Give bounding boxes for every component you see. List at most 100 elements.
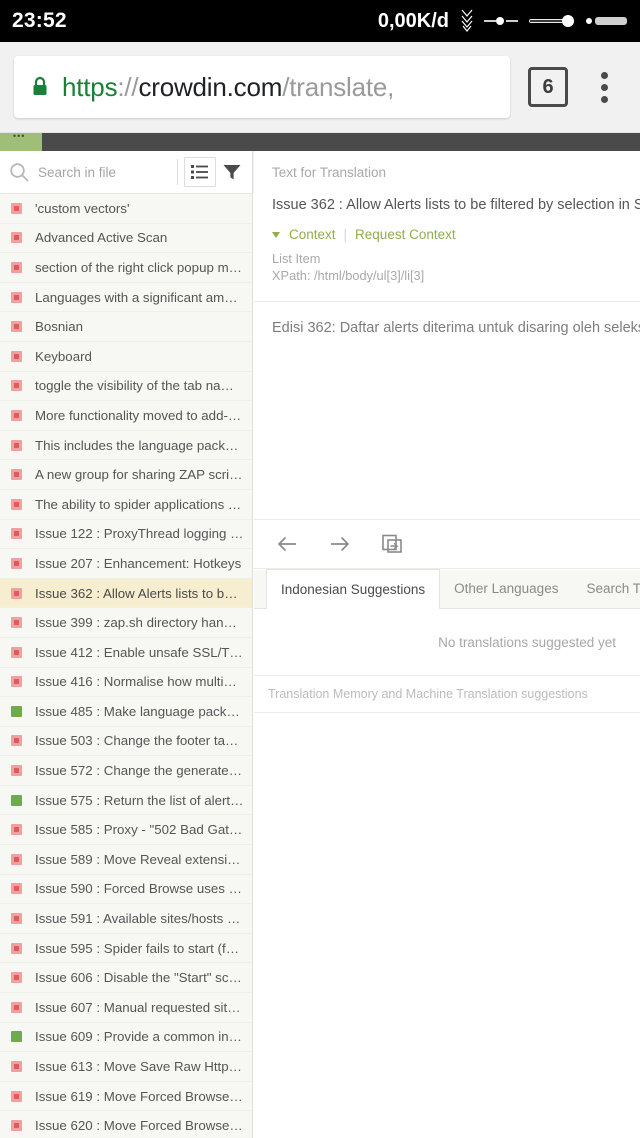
list-item-label: Issue 590 : Forced Browse uses wrong s..… (35, 881, 252, 897)
list-item[interactable]: Issue 613 : Move Save Raw HttpMessag... (0, 1052, 252, 1082)
tab-counter-button[interactable]: 6 (528, 67, 568, 107)
status-untranslated-icon (11, 735, 22, 747)
search-input[interactable] (30, 164, 171, 180)
status-translated-icon (11, 794, 22, 806)
filter-icon[interactable] (216, 157, 248, 187)
list-item[interactable]: 'custom vectors' (0, 194, 252, 224)
status-untranslated-icon (11, 380, 22, 392)
string-list[interactable]: 'custom vectors' Advanced Active Scan sect… (0, 194, 252, 1138)
request-context-link[interactable]: Request Context (355, 227, 456, 242)
list-item[interactable]: Issue 585 : Proxy - "502 Bad Gateway" e.… (0, 815, 252, 846)
context-xpath: XPath: /html/body/ul[3]/li[3] (272, 267, 425, 283)
list-item[interactable]: Issue 572 : Change the generate_root_c..… (0, 756, 252, 786)
arrow-left-icon[interactable] (274, 530, 302, 558)
list-item[interactable]: Issue 591 : Available sites/hosts (in th… (0, 904, 252, 934)
list-item-label: Keyboard (35, 348, 92, 364)
translation-editor-panel: Text for Translation Issue 362 : Allow A… (254, 151, 640, 1138)
suggestion-tabs[interactable]: Indonesian Suggestions Other Languages Sea… (254, 569, 640, 609)
list-item[interactable]: Issue 412 : Enable unsafe SSL/TLS rene..… (0, 638, 252, 668)
tab-indonesian-suggestions[interactable]: Indonesian Suggestions (266, 569, 441, 609)
context-row: Context | Request Context (254, 227, 640, 242)
url-scheme: https (62, 71, 118, 102)
arrow-right-icon[interactable] (326, 530, 354, 558)
status-untranslated-icon (11, 1120, 22, 1132)
list-item-label: Issue 606 : Disable the "Start" scan but… (35, 970, 252, 986)
status-untranslated-icon (11, 528, 22, 540)
lock-icon (30, 75, 50, 99)
list-item[interactable]: Issue 609 : Provide a common interface..… (0, 1023, 252, 1053)
translation-input[interactable]: Edisi 362: Daftar alerts diterima untuk … (254, 302, 640, 336)
url-text: https://crowdin.com/translate, (62, 72, 394, 103)
list-item[interactable]: Keyboard (0, 342, 252, 372)
list-item[interactable]: More functionality moved to add-ons (0, 401, 252, 431)
list-item-label: Advanced Active Scan (35, 230, 168, 246)
context-type: List Item (272, 251, 321, 266)
list-item[interactable]: Issue 416 : Normalise how multiple rela.… (0, 668, 252, 698)
list-item[interactable]: toggle the visibility of the tab names (0, 372, 252, 402)
list-item[interactable]: Issue 503 : Change the footer tabs to di… (0, 727, 252, 757)
list-item[interactable]: Issue 207 : Enhancement: Hotkeys (0, 549, 252, 579)
crowdin-translate-page: ••• Search in file 'custom vectors' Adva… (0, 133, 640, 1138)
list-item[interactable]: The ability to spider applications based… (0, 490, 252, 520)
status-untranslated-icon (11, 232, 22, 244)
editor-nav-row (254, 519, 640, 569)
status-untranslated-icon (11, 913, 22, 925)
list-item[interactable]: Languages with a significant amount of..… (0, 283, 252, 313)
list-item[interactable]: A new group for sharing ZAP scripts (<0.… (0, 460, 252, 490)
status-clock: 23:52 (12, 9, 67, 32)
list-item-label: Issue 607 : Manual requested sites sho..… (35, 999, 252, 1015)
list-item[interactable]: Issue 362 : Allow Alerts lists to be fil… (0, 578, 252, 609)
editor-header-label: Text for Translation (254, 151, 640, 193)
list-item-label: Issue 399 : zap.sh directory handling (35, 615, 252, 631)
url-bar[interactable]: https://crowdin.com/translate, (14, 56, 510, 118)
list-item-label: More functionality moved to add-ons (35, 407, 250, 423)
list-item-label: Issue 485 : Make language packs into a..… (35, 703, 252, 719)
status-untranslated-icon (11, 646, 22, 658)
status-untranslated-icon (11, 853, 22, 865)
status-icon-group (459, 8, 628, 34)
list-item-label: Issue 609 : Provide a common interface..… (35, 1029, 252, 1045)
signal-icon (529, 9, 577, 33)
list-item[interactable]: Issue 595 : Spider fails to start (foote… (0, 934, 252, 964)
list-item[interactable]: Issue 399 : zap.sh directory handling (0, 608, 252, 638)
status-translated-icon (11, 705, 22, 717)
status-untranslated-icon (11, 1090, 22, 1102)
list-item[interactable]: Issue 606 : Disable the "Start" scan but… (0, 963, 252, 994)
menu-dot (600, 95, 608, 103)
list-item[interactable]: Issue 122 : ProxyThread logging timeou..… (0, 520, 252, 550)
battery-icon (586, 9, 628, 33)
context-toggle-link[interactable]: Context (289, 227, 336, 242)
status-untranslated-icon (11, 202, 22, 214)
list-item[interactable]: Issue 607 : Manual requested sites sho..… (0, 993, 252, 1023)
list-item[interactable]: section of the right click popup menu. (0, 253, 252, 283)
list-view-icon[interactable] (184, 157, 216, 187)
tab-search-tm[interactable]: Search TM (572, 569, 640, 608)
list-item-label: Issue 591 : Available sites/hosts (in th… (35, 911, 252, 927)
list-item[interactable]: Issue 575 : Return the list of alerts in… (0, 786, 252, 816)
status-translated-icon (11, 1031, 22, 1043)
list-item[interactable]: This includes the language packs, so tra… (0, 431, 252, 461)
context-detail: List Item XPath: /html/body/ul[3]/li[3] (254, 242, 640, 285)
list-item-label: Languages with a significant amount of..… (35, 289, 252, 305)
browser-toolbar: https://crowdin.com/translate, 6 (0, 42, 640, 133)
tab-other-languages[interactable]: Other Languages (440, 569, 572, 608)
list-item-label: Issue 620 : Move Forced Browse files to.… (35, 1118, 252, 1134)
overflow-menu-icon[interactable] (582, 65, 626, 109)
tab-count-label: 6 (542, 75, 554, 98)
list-item[interactable]: Bosnian (0, 312, 252, 342)
list-item[interactable]: Issue 590 : Forced Browse uses wrong s..… (0, 875, 252, 905)
list-item[interactable]: Advanced Active Scan (0, 224, 252, 254)
status-untranslated-icon (11, 439, 22, 451)
list-item[interactable]: Issue 589 : Move Reveal extension to Z..… (0, 845, 252, 875)
list-item-label: Issue 412 : Enable unsafe SSL/TLS rene..… (35, 644, 252, 660)
copy-source-icon[interactable] (378, 530, 406, 558)
context-separator: | (343, 227, 348, 242)
list-item[interactable]: Issue 485 : Make language packs into a..… (0, 697, 252, 727)
suggestions-body: No translations suggested yet (254, 609, 640, 675)
signal-icon (484, 9, 520, 33)
status-untranslated-icon (11, 587, 22, 599)
list-item[interactable]: Issue 619 : Move Forced Browse extens... (0, 1082, 252, 1112)
tm-label: Translation Memory and Machine Translati… (268, 687, 588, 701)
status-untranslated-icon (11, 409, 22, 421)
list-item[interactable]: Issue 620 : Move Forced Browse files to.… (0, 1111, 252, 1138)
